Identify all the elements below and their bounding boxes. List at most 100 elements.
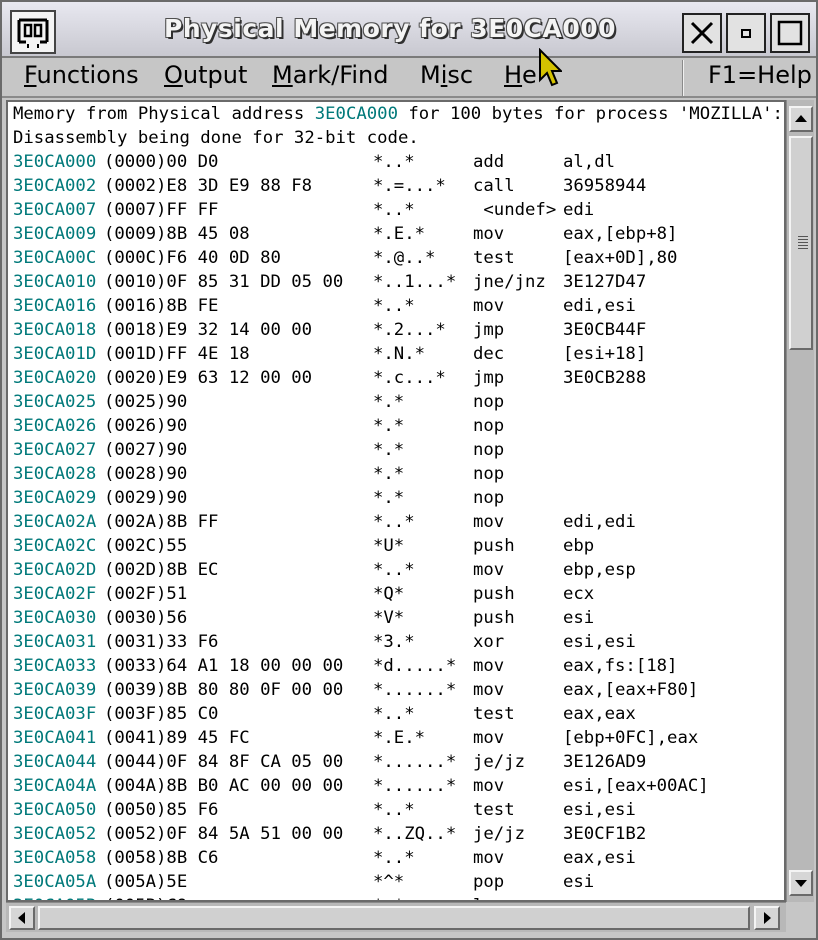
offset-bytes-cell: (0030)56	[104, 608, 188, 628]
menu-help[interactable]: He	[504, 61, 537, 89]
disassembly-row[interactable]: 3E0CA018 (0018)E9 32 14 00 00 *.2...* jmp 3E…	[13, 320, 783, 344]
disassembly-row[interactable]: 3E0CA010 (0010)0F 85 31 DD 05 00 *..1...* j…	[13, 272, 783, 296]
disassembly-row[interactable]: 3E0CA025 (0025)90 *.* nop	[13, 392, 783, 416]
offset-bytes-cell: (0010)0F 85 31 DD 05 00	[104, 272, 344, 292]
disassembly-row[interactable]: 3E0CA002 (0002)E8 3D E9 88 F8 *.=...* call 3…	[13, 176, 783, 200]
operands-cell: ebp	[563, 536, 595, 556]
disassembly-row[interactable]: 3E0CA052 (0052)0F 84 5A 51 00 00 *..ZQ..* j…	[13, 824, 783, 848]
physical-memory-window: Physical Memory for 3E0CA000 Functions O…	[0, 0, 818, 940]
offset-bytes-cell: (001D)FF 4E 18	[104, 344, 250, 364]
ascii-cell: *.*	[373, 488, 405, 508]
vertical-scrollbar[interactable]	[786, 100, 814, 902]
disassembly-row[interactable]: 3E0CA02D (002D)8B EC *..* mov ebp,esp	[13, 560, 783, 584]
address-cell: 3E0CA02F	[13, 584, 97, 604]
ascii-cell: *..ZQ..*	[373, 824, 457, 844]
mnemonic-cell: mov	[473, 224, 505, 244]
disassembly-row[interactable]: 3E0CA039 (0039)8B 80 80 0F 00 00 *......* m…	[13, 680, 783, 704]
operands-cell: edi,edi	[563, 512, 636, 532]
scroll-down-button[interactable]	[789, 870, 813, 896]
scroll-up-button[interactable]	[789, 106, 813, 132]
menu-misc[interactable]: Misc	[420, 61, 473, 89]
offset-bytes-cell: (000C)F6 40 0D 80	[104, 248, 281, 268]
operands-cell: esi	[563, 608, 595, 628]
offset-bytes-cell: (0018)E9 32 14 00 00	[104, 320, 313, 340]
disassembly-row[interactable]: 3E0CA030 (0030)56 *V* push esi	[13, 608, 783, 632]
disassembly-row[interactable]: 3E0CA000 (0000)00 D0 *..* add al,dl	[13, 152, 783, 176]
vertical-scroll-thumb[interactable]	[789, 136, 813, 350]
disassembly-row[interactable]: 3E0CA033 (0033)64 A1 18 00 00 00 *d.....* m…	[13, 656, 783, 680]
disassembly-row[interactable]: 3E0CA041 (0041)89 45 FC *.E.* mov [ebp+0FC],…	[13, 728, 783, 752]
maximize-button[interactable]	[770, 13, 810, 53]
scroll-left-button[interactable]	[9, 906, 35, 930]
ascii-cell: *d.....*	[373, 656, 457, 676]
address-cell: 3E0CA028	[13, 464, 97, 484]
ascii-cell: *.E.*	[373, 728, 426, 748]
mnemonic-cell: <undef>	[473, 200, 557, 220]
disassembly-row[interactable]: 3E0CA009 (0009)8B 45 08 *.E.* mov eax,[ebp+8…	[13, 224, 783, 248]
disassembly-row[interactable]: 3E0CA007 (0007)FF FF *..* <undef> edi	[13, 200, 783, 224]
operands-cell: 3E127D47	[563, 272, 647, 292]
disassembly-row[interactable]: 3E0CA027 (0027)90 *.* nop	[13, 440, 783, 464]
ascii-cell: *......*	[373, 776, 457, 796]
offset-bytes-cell: (0058)8B C6	[104, 848, 219, 868]
minimize-icon	[741, 29, 751, 38]
disassembly-row[interactable]: 3E0CA050 (0050)85 F6 *..* test esi,esi	[13, 800, 783, 824]
disassembly-row[interactable]: 3E0CA028 (0028)90 *.* nop	[13, 464, 783, 488]
ascii-cell: *.*	[373, 416, 405, 436]
disassembly-row[interactable]: 3E0CA058 (0058)8B C6 *..* mov eax,esi	[13, 848, 783, 872]
disassembly-row[interactable]: 3E0CA04A (004A)8B B0 AC 00 00 00 *......* m…	[13, 776, 783, 800]
menu-output[interactable]: Output	[164, 61, 247, 89]
offset-bytes-cell: (0002)E8 3D E9 88 F8	[104, 176, 313, 196]
ascii-cell: *.=...*	[373, 176, 446, 196]
offset-bytes-cell: (0039)8B 80 80 0F 00 00	[104, 680, 344, 700]
ascii-cell: *..*	[373, 800, 415, 820]
window-title: Physical Memory for 3E0CA000	[164, 14, 617, 43]
operands-cell: edi	[563, 200, 595, 220]
address-cell: 3E0CA029	[13, 488, 97, 508]
disassembly-row[interactable]: 3E0CA02F (002F)51 *Q* push ecx	[13, 584, 783, 608]
disassembly-row[interactable]: 3E0CA044 (0044)0F 84 8F CA 05 00 *......* j…	[13, 752, 783, 776]
address-cell: 3E0CA02D	[13, 560, 97, 580]
disassembly-row[interactable]: 3E0CA02C (002C)55 *U* push ebp	[13, 536, 783, 560]
disassembly-row[interactable]: 3E0CA026 (0026)90 *.* nop	[13, 416, 783, 440]
disassembly-row[interactable]: 3E0CA00C (000C)F6 40 0D 80 *.@..* test [eax+…	[13, 248, 783, 272]
address-cell: 3E0CA041	[13, 728, 97, 748]
minimize-button[interactable]	[726, 13, 766, 53]
disassembly-row[interactable]: 3E0CA031 (0031)33 F6 *3.* xor esi,esi	[13, 632, 783, 656]
operands-cell: 3E0CF1B2	[563, 824, 647, 844]
address-cell: 3E0CA007	[13, 200, 97, 220]
disassembly-row[interactable]: 3E0CA01D (001D)FF 4E 18 *.N.* dec [esi+18]	[13, 344, 783, 368]
menu-functions[interactable]: Functions	[24, 61, 139, 89]
ascii-cell: *V*	[373, 608, 405, 628]
disassembly-row[interactable]: 3E0CA05A (005A)5E *^* pop esi	[13, 872, 783, 896]
operands-cell: eax,esi	[563, 848, 636, 868]
address-cell: 3E0CA044	[13, 752, 97, 772]
mnemonic-cell: nop	[473, 464, 505, 484]
close-button[interactable]	[682, 13, 722, 53]
title-bar[interactable]: Physical Memory for 3E0CA000	[2, 2, 816, 58]
horizontal-scrollbar[interactable]	[6, 902, 786, 932]
ascii-cell: *..*	[373, 512, 415, 532]
disassembly-row[interactable]: 3E0CA03F (003F)85 C0 *..* test eax,eax	[13, 704, 783, 728]
disassembly-row[interactable]: 3E0CA020 (0020)E9 63 12 00 00 *.c...* jmp 3E…	[13, 368, 783, 392]
ansi-terminal-icon[interactable]	[10, 10, 56, 54]
horizontal-scroll-thumb[interactable]	[38, 906, 750, 930]
f1-help-hint[interactable]: F1=Help	[708, 61, 812, 89]
menu-mark-find[interactable]: Mark/Find	[272, 61, 388, 89]
disassembly-row[interactable]: 3E0CA02A (002A)8B FF *..* mov edi,edi	[13, 512, 783, 536]
mnemonic-cell: mov	[473, 776, 505, 796]
address-cell: 3E0CA010	[13, 272, 97, 292]
mnemonic-cell: mov	[473, 656, 505, 676]
scrollbar-corner	[786, 902, 814, 932]
offset-bytes-cell: (0041)89 45 FC	[104, 728, 250, 748]
address-cell: 3E0CA009	[13, 224, 97, 244]
disassembly-view[interactable]: Memory from Physical address 3E0CA000 fo…	[6, 100, 786, 902]
address-cell: 3E0CA02A	[13, 512, 97, 532]
mnemonic-cell: mov	[473, 680, 505, 700]
scroll-right-button[interactable]	[754, 906, 780, 930]
disassembly-row[interactable]: 3E0CA029 (0029)90 *.* nop	[13, 488, 783, 512]
operands-cell: 3E0CB44F	[563, 320, 647, 340]
disassembly-row[interactable]: 3E0CA016 (0016)8B FE *..* mov edi,esi	[13, 296, 783, 320]
mnemonic-cell: mov	[473, 512, 505, 532]
mnemonic-cell: mov	[473, 560, 505, 580]
